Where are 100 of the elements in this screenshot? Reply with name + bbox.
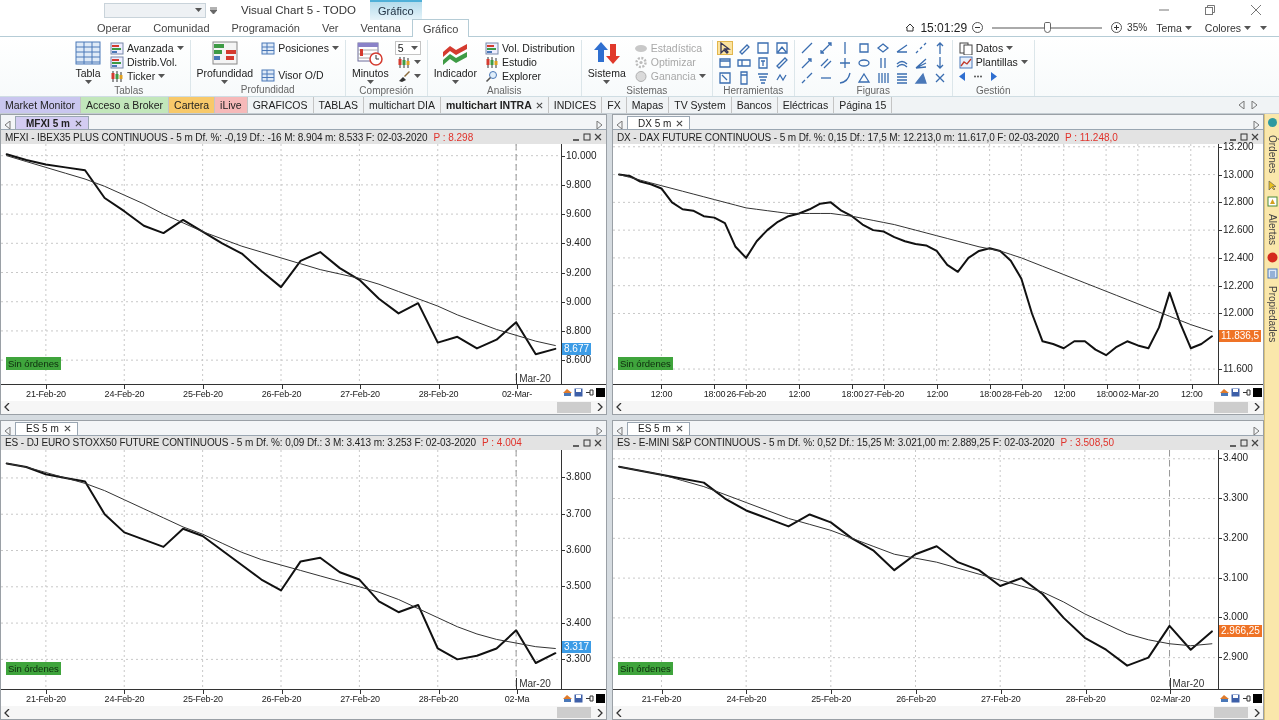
menu-dropdown[interactable]: Tema <box>1152 21 1196 34</box>
ribbon-button[interactable]: Datos <box>956 41 1030 55</box>
ribbon-button[interactable]: Avanzada <box>108 41 186 55</box>
ribbon-tab[interactable]: Ventana <box>349 19 412 36</box>
palette-icon[interactable] <box>1220 693 1229 703</box>
scroll-thumb[interactable] <box>557 401 591 413</box>
close-icon[interactable] <box>594 133 602 141</box>
scroll-left-icon[interactable] <box>4 708 10 717</box>
pin-icon[interactable] <box>585 693 594 703</box>
page-tab[interactable]: TV System <box>669 97 732 113</box>
save-icon[interactable] <box>574 388 583 397</box>
ribbon-tab[interactable]: Gráfico <box>411 19 470 37</box>
zoom-out-icon[interactable] <box>972 22 984 33</box>
scroll-left-icon[interactable] <box>616 403 622 411</box>
side-panel-tab[interactable]: Órdenes <box>1266 133 1278 176</box>
slider-thumb[interactable] <box>1044 21 1052 33</box>
scroll-thumb[interactable] <box>1214 401 1248 413</box>
color-swatch-icon[interactable] <box>596 693 605 703</box>
ribbon-button[interactable]: Vol. Distribution <box>482 41 577 55</box>
scroll-right-icon[interactable] <box>597 403 603 411</box>
pin-icon[interactable] <box>585 388 594 397</box>
palette-icon[interactable] <box>563 693 572 703</box>
close-icon[interactable] <box>676 119 684 127</box>
maximize-icon[interactable] <box>583 133 591 141</box>
page-tab[interactable]: iLive <box>215 97 248 113</box>
customize-icon[interactable] <box>210 6 217 14</box>
palette-icon[interactable] <box>1220 388 1229 397</box>
document-tab[interactable]: ES 5 m <box>15 421 78 435</box>
page-tab[interactable]: Cartera <box>169 97 216 113</box>
maximize-icon[interactable] <box>1240 133 1248 141</box>
document-tab[interactable]: MFXI 5 m <box>15 116 89 129</box>
ribbon-button[interactable]: Ticker <box>108 69 186 83</box>
page-tab[interactable]: Página 15 <box>834 97 893 113</box>
page-tab[interactable]: INDICES <box>548 97 603 113</box>
page-tab[interactable]: multichart INTRA <box>441 97 549 113</box>
scroll-left-icon[interactable] <box>616 708 622 717</box>
pin-icon[interactable] <box>1242 388 1251 397</box>
scroll-right-icon[interactable] <box>1254 403 1260 411</box>
save-icon[interactable] <box>1231 388 1240 397</box>
previous-icon[interactable] <box>1239 101 1245 109</box>
menu-dropdown[interactable]: Colores <box>1200 21 1255 34</box>
quick-access-field[interactable] <box>104 2 206 18</box>
ribbon-button[interactable]: Sistema <box>585 40 628 85</box>
side-panel-tab[interactable]: Alertas <box>1266 212 1278 248</box>
save-icon[interactable] <box>574 693 583 703</box>
palette-icon[interactable] <box>563 388 572 397</box>
color-swatch-icon[interactable] <box>1253 693 1262 703</box>
zoom-in-icon[interactable] <box>1111 22 1123 33</box>
close-icon[interactable] <box>1251 133 1259 141</box>
properties-icon[interactable] <box>1266 268 1278 280</box>
color-swatch-icon[interactable] <box>596 388 605 397</box>
record-icon[interactable] <box>1266 252 1278 264</box>
ribbon-button[interactable]: Explorer <box>482 69 577 83</box>
ribbon-tab[interactable]: Comunidad <box>142 19 221 36</box>
page-tab[interactable]: Eléctricas <box>777 97 835 113</box>
close-icon[interactable] <box>594 438 602 447</box>
ribbon-tab[interactable]: Ver <box>311 19 350 36</box>
ribbon-tab[interactable]: Operar <box>86 19 143 36</box>
page-tab[interactable]: TABLAS <box>313 97 365 113</box>
alert-icon[interactable] <box>1266 196 1278 208</box>
document-tab[interactable]: ES 5 m <box>627 421 690 435</box>
pin-icon[interactable] <box>1242 693 1251 703</box>
page-tab[interactable]: FX <box>602 97 627 113</box>
shape-tool-button[interactable] <box>855 56 872 70</box>
shape-tool-button[interactable] <box>817 41 834 55</box>
ribbon-button[interactable]: Minutos <box>349 40 391 85</box>
page-tab[interactable]: Acceso a Broker <box>81 97 170 113</box>
shape-tool-button[interactable] <box>912 71 929 85</box>
ribbon-button[interactable]: Posiciones <box>259 41 341 55</box>
maximize-icon[interactable] <box>1240 438 1248 447</box>
save-icon[interactable] <box>1231 693 1240 703</box>
scroll-right-icon[interactable] <box>597 708 603 717</box>
ribbon-button[interactable]: Indicador <box>431 40 479 85</box>
ribbon-button[interactable]: Visor O/D <box>259 68 341 82</box>
scroll-right-icon[interactable] <box>1254 708 1260 717</box>
page-tab[interactable]: GRAFICOS <box>247 97 314 113</box>
page-tab[interactable]: Market Monitor <box>0 97 82 113</box>
scroll-thumb[interactable] <box>1214 707 1248 718</box>
close-icon[interactable] <box>63 425 71 432</box>
compression-field[interactable]: 5 <box>394 41 421 55</box>
scroll-thumb[interactable] <box>557 707 591 718</box>
color-swatch-icon[interactable] <box>1253 388 1262 397</box>
ribbon-button[interactable]: Tabla <box>72 40 104 85</box>
next-icon[interactable] <box>1251 101 1257 109</box>
side-panel-tab[interactable]: Propiedades <box>1266 284 1278 345</box>
page-tab[interactable]: Mapas <box>626 97 670 113</box>
shape-tool-button[interactable] <box>855 71 872 85</box>
scroll-left-icon[interactable] <box>4 403 10 411</box>
tool-button[interactable] <box>716 41 733 55</box>
ribbon-tab[interactable]: Programación <box>220 19 311 36</box>
ribbon-button[interactable]: Estudio <box>482 55 577 69</box>
home-icon[interactable] <box>905 23 916 32</box>
close-icon[interactable] <box>1251 438 1259 447</box>
ribbon-button[interactable]: Profundidad <box>194 40 256 84</box>
tool-button[interactable] <box>773 41 790 55</box>
maximize-icon[interactable] <box>583 438 591 447</box>
forward-arrow-icon[interactable] <box>989 71 997 81</box>
back-arrow-icon[interactable] <box>958 71 966 81</box>
page-tab[interactable]: Bancos <box>731 97 778 113</box>
page-tab[interactable]: multichart DIA <box>364 97 441 113</box>
